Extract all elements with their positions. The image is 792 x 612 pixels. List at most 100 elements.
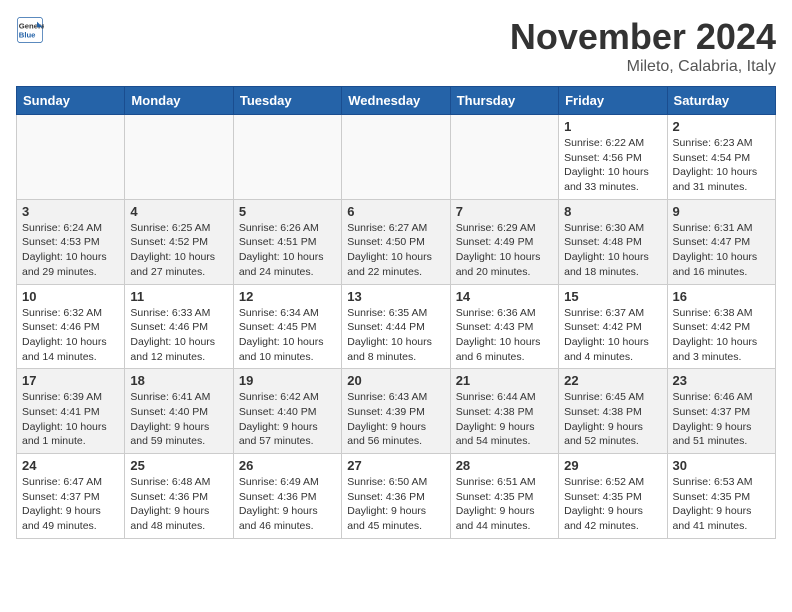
day-number: 6 [347,204,444,219]
day-info: Sunrise: 6:48 AMSunset: 4:36 PMDaylight:… [130,475,227,534]
day-info: Sunrise: 6:35 AMSunset: 4:44 PMDaylight:… [347,306,444,365]
day-info: Sunrise: 6:34 AMSunset: 4:45 PMDaylight:… [239,306,336,365]
day-info: Sunrise: 6:53 AMSunset: 4:35 PMDaylight:… [673,475,770,534]
day-number: 13 [347,289,444,304]
calendar-cell: 30 Sunrise: 6:53 AMSunset: 4:35 PMDayligh… [667,454,775,539]
day-number: 27 [347,458,444,473]
calendar-cell: 15Sunrise: 6:37 AMSunset: 4:42 PMDayligh… [559,284,667,369]
calendar-cell: 1Sunrise: 6:22 AMSunset: 4:56 PMDaylight… [559,115,667,200]
day-number: 28 [456,458,553,473]
weekday-header: Thursday [450,87,558,115]
day-number: 30 [673,458,770,473]
calendar-cell: 10Sunrise: 6:32 AMSunset: 4:46 PMDayligh… [17,284,125,369]
day-number: 14 [456,289,553,304]
calendar-cell: 12 Sunrise: 6:34 AMSunset: 4:45 PMDayligh… [233,284,341,369]
calendar-cell: 16 Sunrise: 6:38 AMSunset: 4:42 PMDayligh… [667,284,775,369]
calendar-cell: 4Sunrise: 6:25 AMSunset: 4:52 PMDaylight… [125,199,233,284]
page-header: General Blue November 2024 Mileto, Calab… [16,16,776,76]
calendar-cell: 6 Sunrise: 6:27 AMSunset: 4:50 PMDaylight… [342,199,450,284]
day-number: 7 [456,204,553,219]
calendar-cell: 19Sunrise: 6:42 AMSunset: 4:40 PMDayligh… [233,369,341,454]
day-info: Sunrise: 6:51 AMSunset: 4:35 PMDaylight:… [456,475,553,534]
day-info: Sunrise: 6:43 AMSunset: 4:39 PMDaylight:… [347,390,444,449]
month-title: November 2024 [510,16,776,58]
day-number: 23 [673,373,770,388]
calendar-table: SundayMondayTuesdayWednesdayThursdayFrid… [16,86,776,539]
calendar-cell: 20 Sunrise: 6:43 AMSunset: 4:39 PMDayligh… [342,369,450,454]
weekday-header-row: SundayMondayTuesdayWednesdayThursdayFrid… [17,87,776,115]
calendar-cell [125,115,233,200]
day-number: 29 [564,458,661,473]
day-number: 11 [130,289,227,304]
day-info: Sunrise: 6:47 AMSunset: 4:37 PMDaylight:… [22,475,119,534]
calendar-cell: 9Sunrise: 6:31 AMSunset: 4:47 PMDaylight… [667,199,775,284]
day-info: Sunrise: 6:46 AMSunset: 4:37 PMDaylight:… [673,390,770,449]
day-info: Sunrise: 6:44 AMSunset: 4:38 PMDaylight:… [456,390,553,449]
day-info: Sunrise: 6:41 AMSunset: 4:40 PMDaylight:… [130,390,227,449]
calendar-cell [342,115,450,200]
day-info: Sunrise: 6:33 AMSunset: 4:46 PMDaylight:… [130,306,227,365]
day-number: 1 [564,119,661,134]
day-info: Sunrise: 6:29 AMSunset: 4:49 PMDaylight:… [456,221,553,280]
day-number: 17 [22,373,119,388]
day-info: Sunrise: 6:25 AMSunset: 4:52 PMDaylight:… [130,221,227,280]
day-number: 21 [456,373,553,388]
location: Mileto, Calabria, Italy [510,58,776,76]
calendar-cell: 5 Sunrise: 6:26 AMSunset: 4:51 PMDaylight… [233,199,341,284]
calendar-cell: 17 Sunrise: 6:39 AMSunset: 4:41 PMDayligh… [17,369,125,454]
calendar-cell: 22 Sunrise: 6:45 AMSunset: 4:38 PMDayligh… [559,369,667,454]
calendar-cell [233,115,341,200]
day-number: 12 [239,289,336,304]
calendar-cell: 28 Sunrise: 6:51 AMSunset: 4:35 PMDayligh… [450,454,558,539]
calendar-cell: 21 Sunrise: 6:44 AMSunset: 4:38 PMDayligh… [450,369,558,454]
day-info: Sunrise: 6:23 AMSunset: 4:54 PMDaylight:… [673,136,770,195]
calendar-cell: 14Sunrise: 6:36 AMSunset: 4:43 PMDayligh… [450,284,558,369]
weekday-header: Sunday [17,87,125,115]
calendar-cell: 29Sunrise: 6:52 AMSunset: 4:35 PMDayligh… [559,454,667,539]
day-info: Sunrise: 6:38 AMSunset: 4:42 PMDaylight:… [673,306,770,365]
day-info: Sunrise: 6:24 AMSunset: 4:53 PMDaylight:… [22,221,119,280]
calendar-week-row: 24Sunrise: 6:47 AMSunset: 4:37 PMDayligh… [17,454,776,539]
day-number: 16 [673,289,770,304]
logo: General Blue [16,16,44,44]
calendar-cell: 18 Sunrise: 6:41 AMSunset: 4:40 PMDayligh… [125,369,233,454]
calendar-week-row: 17 Sunrise: 6:39 AMSunset: 4:41 PMDayligh… [17,369,776,454]
title-section: November 2024 Mileto, Calabria, Italy [510,16,776,76]
day-number: 19 [239,373,336,388]
day-number: 18 [130,373,227,388]
day-number: 20 [347,373,444,388]
day-number: 9 [673,204,770,219]
day-info: Sunrise: 6:45 AMSunset: 4:38 PMDaylight:… [564,390,661,449]
day-info: Sunrise: 6:39 AMSunset: 4:41 PMDaylight:… [22,390,119,449]
day-number: 8 [564,204,661,219]
calendar-cell: 24Sunrise: 6:47 AMSunset: 4:37 PMDayligh… [17,454,125,539]
day-number: 2 [673,119,770,134]
day-info: Sunrise: 6:49 AMSunset: 4:36 PMDaylight:… [239,475,336,534]
calendar-cell: 2 Sunrise: 6:23 AMSunset: 4:54 PMDaylight… [667,115,775,200]
calendar-cell: 13 Sunrise: 6:35 AMSunset: 4:44 PMDayligh… [342,284,450,369]
calendar-cell: 26 Sunrise: 6:49 AMSunset: 4:36 PMDayligh… [233,454,341,539]
day-info: Sunrise: 6:37 AMSunset: 4:42 PMDaylight:… [564,306,661,365]
day-number: 22 [564,373,661,388]
day-number: 5 [239,204,336,219]
logo-icon: General Blue [16,16,44,44]
weekday-header: Friday [559,87,667,115]
calendar-week-row: 3Sunrise: 6:24 AMSunset: 4:53 PMDaylight… [17,199,776,284]
calendar-cell: 27Sunrise: 6:50 AMSunset: 4:36 PMDayligh… [342,454,450,539]
day-number: 26 [239,458,336,473]
weekday-header: Tuesday [233,87,341,115]
calendar-cell [450,115,558,200]
calendar-cell: 7 Sunrise: 6:29 AMSunset: 4:49 PMDaylight… [450,199,558,284]
weekday-header: Wednesday [342,87,450,115]
day-info: Sunrise: 6:27 AMSunset: 4:50 PMDaylight:… [347,221,444,280]
svg-text:Blue: Blue [19,31,36,40]
calendar-cell: 25 Sunrise: 6:48 AMSunset: 4:36 PMDayligh… [125,454,233,539]
calendar-cell: 23 Sunrise: 6:46 AMSunset: 4:37 PMDayligh… [667,369,775,454]
calendar-week-row: 10Sunrise: 6:32 AMSunset: 4:46 PMDayligh… [17,284,776,369]
weekday-header: Saturday [667,87,775,115]
calendar-cell: 11 Sunrise: 6:33 AMSunset: 4:46 PMDayligh… [125,284,233,369]
day-info: Sunrise: 6:26 AMSunset: 4:51 PMDaylight:… [239,221,336,280]
day-number: 25 [130,458,227,473]
calendar-cell [17,115,125,200]
calendar-cell: 3Sunrise: 6:24 AMSunset: 4:53 PMDaylight… [17,199,125,284]
